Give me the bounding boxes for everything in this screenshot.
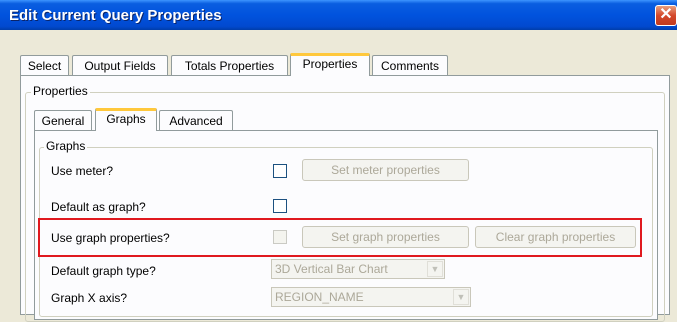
default-graph-type-label: Default graph type? bbox=[51, 264, 156, 278]
chevron-down-icon[interactable]: ▼ bbox=[453, 289, 469, 305]
graphs-group-label: Graphs bbox=[44, 139, 88, 153]
use-meter-checkbox[interactable] bbox=[273, 164, 287, 178]
tab-label: Select bbox=[27, 59, 62, 73]
sub-tab-row: General Graphs Advanced bbox=[34, 108, 274, 131]
default-graph-type-select[interactable]: 3D Vertical Bar Chart ▼ bbox=[271, 259, 445, 279]
tab-label: Output Fields bbox=[84, 59, 156, 73]
tab-label: Comments bbox=[380, 59, 439, 73]
top-tab-row: Select Output Fields Totals Properties P… bbox=[20, 53, 460, 76]
default-as-graph-checkbox[interactable] bbox=[273, 199, 287, 213]
close-icon[interactable]: ✕ bbox=[655, 5, 677, 26]
tab-totals-properties[interactable]: Totals Properties bbox=[171, 55, 288, 75]
subtab-advanced[interactable]: Advanced bbox=[159, 110, 233, 130]
tab-output-fields[interactable]: Output Fields bbox=[72, 55, 168, 75]
graph-x-axis-label: Graph X axis? bbox=[51, 291, 128, 305]
use-meter-label: Use meter? bbox=[51, 164, 114, 178]
chevron-down-icon[interactable]: ▼ bbox=[427, 261, 443, 277]
select-value: REGION_NAME bbox=[275, 290, 364, 304]
subtab-general[interactable]: General bbox=[34, 110, 92, 130]
graph-x-axis-select[interactable]: REGION_NAME ▼ bbox=[271, 287, 471, 307]
tab-label: General bbox=[41, 114, 85, 128]
default-as-graph-label: Default as graph? bbox=[51, 200, 146, 214]
tab-label: Graphs bbox=[106, 112, 146, 126]
tab-label: Properties bbox=[302, 57, 358, 71]
window-title: Edit Current Query Properties bbox=[9, 7, 222, 24]
tab-properties[interactable]: Properties bbox=[290, 53, 370, 76]
use-graph-properties-label: Use graph properties? bbox=[51, 231, 170, 245]
tab-select[interactable]: Select bbox=[20, 55, 69, 75]
tab-label: Advanced bbox=[169, 114, 223, 128]
tab-comments[interactable]: Comments bbox=[372, 55, 448, 75]
set-meter-properties-button[interactable]: Set meter properties bbox=[302, 159, 469, 181]
clear-graph-properties-button[interactable]: Clear graph properties bbox=[475, 226, 636, 248]
set-graph-properties-button[interactable]: Set graph properties bbox=[302, 226, 469, 248]
select-value: 3D Vertical Bar Chart bbox=[275, 262, 388, 276]
properties-group-label: Properties bbox=[31, 84, 90, 98]
tab-label: Totals Properties bbox=[184, 59, 275, 73]
window-titlebar: Edit Current Query Properties bbox=[0, 0, 677, 30]
subtab-graphs[interactable]: Graphs bbox=[95, 108, 157, 131]
use-graph-properties-checkbox[interactable] bbox=[273, 230, 287, 244]
